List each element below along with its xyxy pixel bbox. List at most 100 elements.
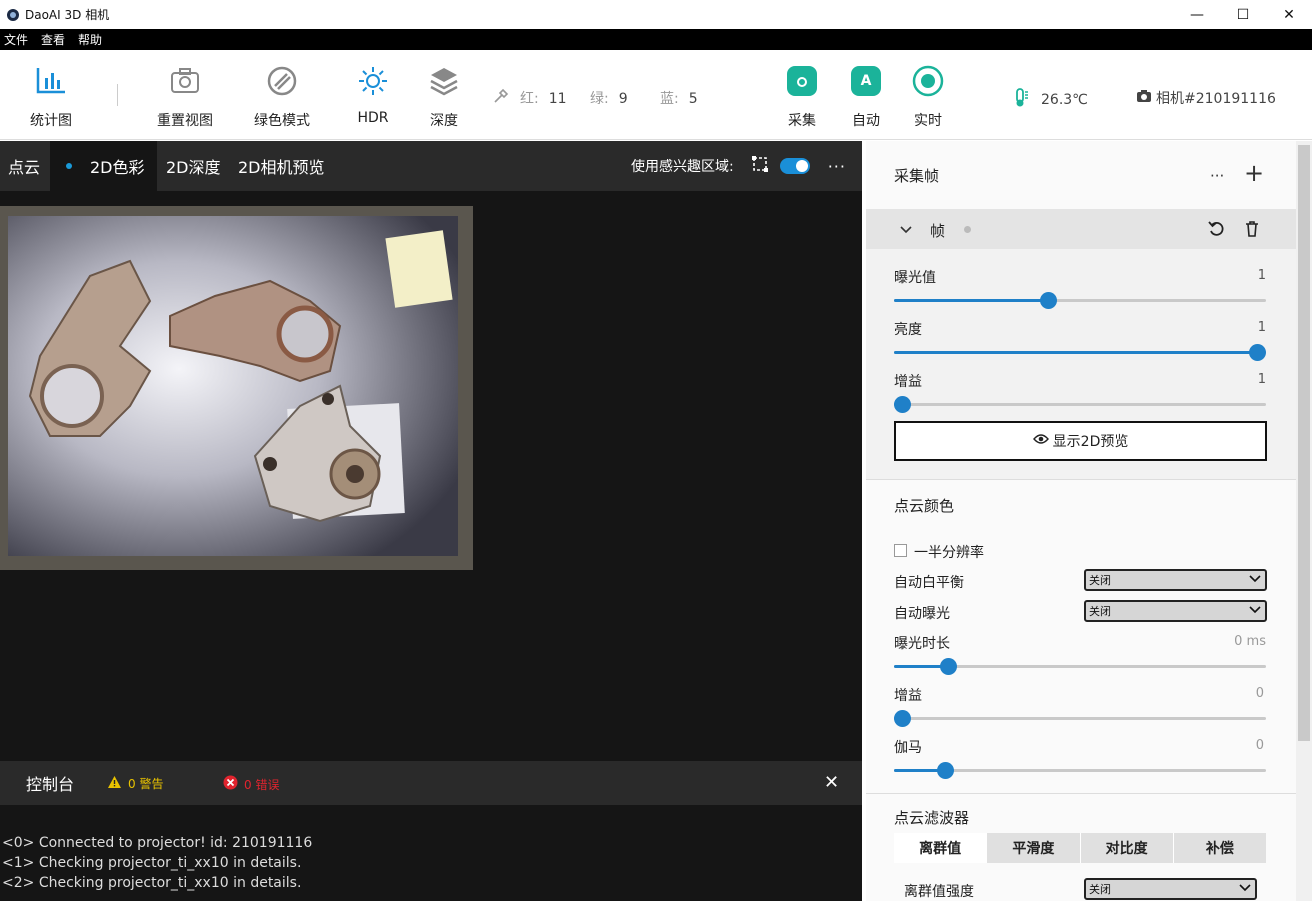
capture-button[interactable]: 采集 — [785, 64, 819, 130]
color-gain-value: 0 — [1255, 686, 1264, 701]
warning-icon — [107, 775, 122, 792]
gamma-label: 伽马 — [894, 740, 922, 756]
gain-value: 1 — [1257, 372, 1266, 387]
sun-icon — [356, 64, 390, 98]
blue-readout: 蓝: 5 — [660, 91, 698, 107]
histogram-button[interactable]: 统计图 — [30, 64, 72, 130]
live-button[interactable]: 实时 — [911, 64, 945, 130]
view-more-button[interactable]: ··· — [828, 157, 846, 176]
tab-outlier[interactable]: 离群值 — [894, 833, 987, 863]
tab-smoothness[interactable]: 平滑度 — [986, 833, 1080, 863]
capture-frames-title: 采集帧 — [894, 167, 940, 185]
exposure-slider[interactable] — [894, 292, 1266, 309]
half-resolution-checkbox[interactable] — [894, 544, 907, 557]
roi-controls: 使用感兴趣区域: ··· — [631, 141, 846, 191]
minimize-button[interactable]: — — [1174, 0, 1220, 29]
depth-label: 深度 — [430, 113, 458, 129]
color-gain-slider[interactable] — [894, 710, 1266, 727]
gamma-slider[interactable] — [894, 762, 1266, 779]
green-mode-icon — [265, 64, 299, 98]
outlier-strength-label: 离群值强度 — [904, 884, 974, 900]
reset-view-label: 重置视图 — [157, 113, 213, 129]
active-dot-icon — [66, 163, 72, 169]
exposure-time-label: 曝光时长 — [894, 636, 950, 652]
menu-help[interactable]: 帮助 — [78, 31, 102, 48]
error-count[interactable]: 0 错误 — [223, 775, 279, 793]
menu-file[interactable]: 文件 — [4, 31, 28, 48]
frame-label: 帧 — [930, 222, 946, 240]
auto-button[interactable]: A 自动 — [849, 64, 883, 130]
color-gain-label: 增益 — [894, 688, 922, 704]
menu-bar: 文件 查看 帮助 — [0, 29, 1312, 50]
outlier-strength-select[interactable]: 关闭 — [1084, 878, 1257, 900]
slider-knob[interactable] — [894, 396, 911, 413]
tab-point-cloud[interactable]: 点云 — [8, 141, 40, 191]
thermometer-icon — [1013, 88, 1029, 112]
trash-icon[interactable] — [1245, 221, 1259, 241]
chevron-down-icon — [1239, 881, 1251, 896]
viewer-area: 点云 2D色彩 2D深度 2D相机预览 使用感兴趣区域: ··· 控制台 0 警… — [0, 141, 862, 901]
roi-toggle[interactable] — [779, 158, 810, 174]
capture-camera-icon — [785, 64, 819, 98]
auto-white-balance-select[interactable]: 关闭 — [1084, 569, 1267, 591]
slider-knob[interactable] — [1249, 344, 1266, 361]
eyedropper-icon[interactable] — [493, 88, 509, 108]
frame-header[interactable]: 帧 — [866, 209, 1296, 249]
brightness-slider[interactable] — [894, 344, 1266, 361]
warning-count[interactable]: 0 警告 — [107, 775, 163, 792]
app-logo-icon — [7, 8, 19, 21]
console-close-button[interactable]: ✕ — [824, 772, 839, 793]
camera-id: 相机#210191116 — [1136, 88, 1276, 108]
point-cloud-color-title: 点云颜色 — [894, 497, 955, 515]
auto-icon: A — [849, 64, 883, 98]
tab-compensation[interactable]: 补偿 — [1172, 833, 1266, 863]
menu-view[interactable]: 查看 — [41, 31, 65, 48]
divider — [866, 479, 1296, 480]
record-icon — [911, 64, 945, 98]
tab-2d-camera-preview[interactable]: 2D相机预览 — [238, 141, 325, 191]
hdr-label: HDR — [357, 110, 389, 126]
brightness-label: 亮度 — [894, 322, 922, 338]
depth-button[interactable]: 深度 — [427, 64, 461, 130]
window-title: DaoAI 3D 相机 — [25, 8, 110, 22]
auto-label: 自动 — [852, 113, 880, 129]
console-title: 控制台 — [26, 775, 75, 794]
camera-icon — [1136, 89, 1152, 107]
slider-fill — [894, 299, 1049, 302]
maximize-button[interactable]: ☐ — [1220, 0, 1266, 29]
panel-scrollbar[interactable] — [1296, 141, 1312, 901]
title-bar: DaoAI 3D 相机 — ☐ ✕ — [0, 0, 1312, 29]
console-line: <1> Checking projector_ti_xx10 in detail… — [2, 855, 302, 871]
green-mode-label: 绿色模式 — [254, 113, 310, 129]
exposure-time-value: 0 ms — [1234, 634, 1266, 649]
temperature-readout: 26.3℃ — [1013, 88, 1088, 112]
roi-select-icon[interactable] — [751, 156, 768, 176]
undo-icon[interactable] — [1208, 221, 1225, 241]
slider-knob[interactable] — [894, 710, 911, 727]
green-readout: 绿: 9 — [590, 91, 628, 107]
console-line: <0> Connected to projector! id: 21019111… — [2, 835, 313, 851]
layers-icon — [427, 64, 461, 98]
add-frame-button[interactable]: + — [1244, 161, 1264, 185]
reset-view-button[interactable]: 重置视图 — [157, 64, 213, 130]
status-dot-icon — [964, 226, 971, 233]
slider-knob[interactable] — [940, 658, 958, 675]
roi-label: 使用感兴趣区域: — [631, 159, 734, 175]
slider-knob[interactable] — [936, 762, 954, 779]
frames-more-button[interactable]: ··· — [1210, 167, 1224, 185]
tab-contrast[interactable]: 对比度 — [1079, 833, 1173, 863]
tab-2d-color[interactable]: 2D色彩 — [50, 141, 157, 191]
tab-2d-depth[interactable]: 2D深度 — [166, 141, 221, 191]
scrollbar-thumb[interactable] — [1298, 145, 1310, 741]
exposure-time-slider[interactable] — [894, 658, 1266, 675]
gain-slider[interactable] — [894, 396, 1266, 413]
histogram-label: 统计图 — [30, 113, 72, 129]
close-window-button[interactable]: ✕ — [1266, 0, 1312, 29]
auto-exposure-select[interactable]: 关闭 — [1084, 600, 1267, 622]
brightness-value: 1 — [1257, 320, 1266, 335]
show-2d-preview-button[interactable]: 显示2D预览 — [894, 421, 1267, 461]
green-mode-button[interactable]: 绿色模式 — [254, 64, 310, 130]
hdr-button[interactable]: HDR — [356, 64, 390, 126]
chevron-down-icon[interactable] — [900, 223, 912, 238]
slider-knob[interactable] — [1039, 292, 1057, 309]
